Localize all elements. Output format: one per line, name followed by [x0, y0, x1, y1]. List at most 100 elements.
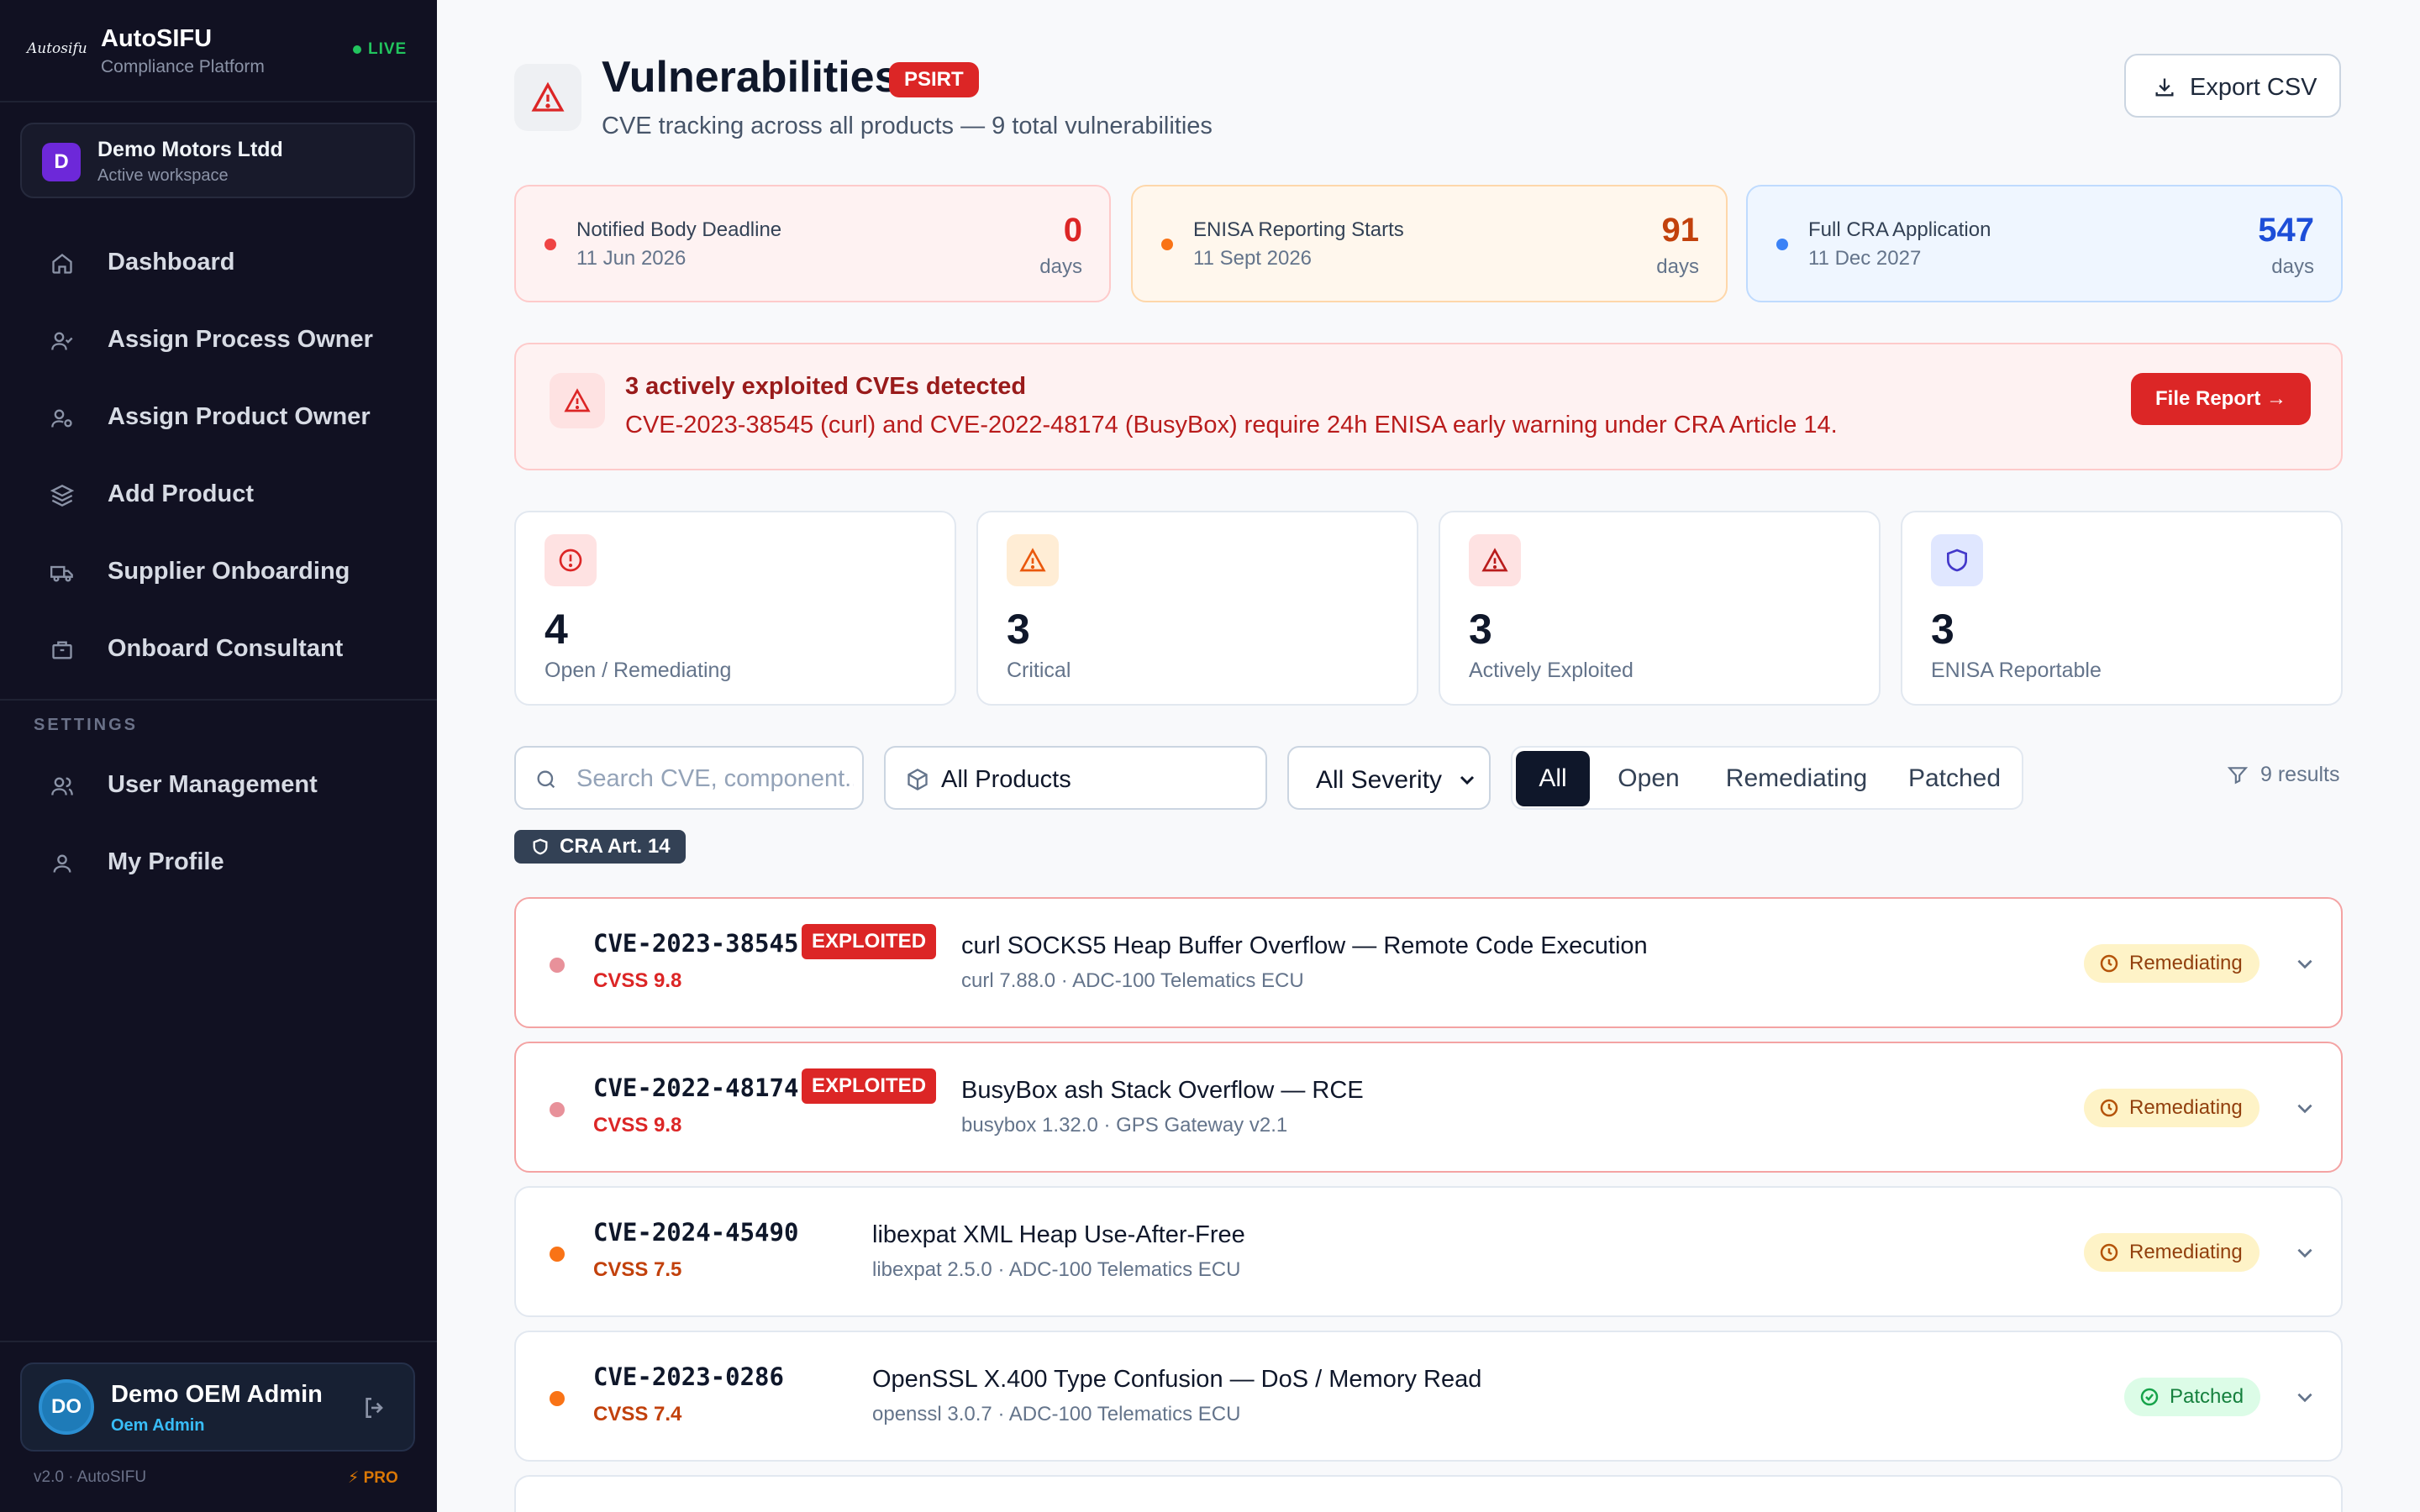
nav-label: Dashboard — [108, 249, 235, 276]
cve-row[interactable] — [514, 1475, 2343, 1512]
tab-patched[interactable]: Patched — [1889, 751, 2020, 806]
nav-my-profile[interactable]: My Profile — [34, 833, 403, 892]
deadline-days: 0 — [1063, 212, 1082, 249]
stat-enisa-reportable: 3 ENISA Reportable — [1901, 511, 2343, 706]
layers-icon — [50, 485, 74, 507]
user-name: Demo OEM Admin — [111, 1381, 323, 1408]
status-dot-icon — [1776, 239, 1788, 250]
tab-all[interactable]: All — [1516, 751, 1590, 806]
cve-title: libexpat XML Heap Use-After-Free — [872, 1221, 1245, 1248]
status-dot-icon — [544, 239, 556, 250]
results-count: 9 results — [2260, 763, 2340, 786]
workspace-subtitle: Active workspace — [97, 166, 229, 185]
logout-icon[interactable] — [361, 1394, 388, 1421]
tab-remediating[interactable]: Remediating — [1707, 751, 1886, 806]
cve-row[interactable]: CVE-2022-48174 EXPLOITED CVSS 9.8 BusyBo… — [514, 1042, 2343, 1173]
stat-label: Open / Remediating — [544, 659, 732, 682]
nav-label: User Management — [108, 771, 318, 798]
psirt-badge: PSIRT — [889, 62, 979, 97]
workspace-switcher[interactable]: D Demo Motors Ltdd Active workspace — [20, 123, 415, 198]
nav-user-management[interactable]: User Management — [34, 756, 403, 815]
warning-triangle-icon — [1469, 534, 1521, 586]
home-icon — [52, 254, 72, 274]
cve-title: BusyBox ash Stack Overflow — RCE — [961, 1077, 1364, 1104]
cra-art14-tag[interactable]: CRA Art. 14 — [514, 830, 686, 864]
exploited-badge: EXPLOITED — [802, 1068, 937, 1104]
chevron-down-icon[interactable] — [2294, 1097, 2316, 1119]
status-label: Remediating — [2129, 1241, 2243, 1263]
brand-header: Autosifu AutoSIFU Compliance Platform LI… — [0, 0, 437, 102]
page-title: Vulnerabilities — [602, 53, 899, 102]
deadline-unit: days — [2271, 255, 2314, 278]
cve-row[interactable]: CVE-2023-38545 EXPLOITED CVSS 9.8 curl S… — [514, 897, 2343, 1028]
nav-add-product[interactable]: Add Product — [34, 465, 403, 524]
page-warning-icon — [514, 64, 581, 131]
search-icon — [537, 770, 555, 789]
user-icon — [53, 854, 71, 873]
chevron-down-icon[interactable] — [2294, 1386, 2316, 1408]
brand-subtitle: Compliance Platform — [101, 57, 265, 76]
deadline-date: 11 Sept 2026 — [1193, 247, 1313, 270]
live-dot-icon — [353, 45, 361, 54]
deadline-title: Notified Body Deadline — [576, 218, 782, 241]
file-report-button[interactable]: File Report → — [2131, 373, 2311, 425]
cve-row[interactable]: CVE-2023-0286 CVSS 7.4 OpenSSL X.400 Typ… — [514, 1331, 2343, 1462]
pro-label: PRO — [363, 1469, 398, 1487]
export-csv-button[interactable]: Export CSV — [2124, 54, 2341, 118]
nav-label: Assign Process Owner — [108, 326, 373, 353]
status-dot-icon — [1161, 239, 1173, 250]
version-label: v2.0 · AutoSIFU — [34, 1468, 147, 1486]
tab-open[interactable]: Open — [1593, 751, 1704, 806]
filter-icon — [2227, 767, 2249, 785]
search-box[interactable] — [514, 746, 864, 810]
shield-icon — [533, 838, 548, 855]
search-input[interactable] — [576, 759, 854, 798]
nav-onboard-consultant[interactable]: Onboard Consultant — [34, 620, 403, 679]
cve-meta: openssl 3.0.7 · ADC-100 Telematics ECU — [872, 1403, 1241, 1425]
status-tabs: All Open Remediating Patched — [1511, 746, 2023, 810]
user-role: Oem Admin — [111, 1416, 205, 1435]
cvss-score: CVSS 9.8 — [593, 969, 682, 992]
nav-assign-product-owner[interactable]: Assign Product Owner — [34, 388, 403, 447]
cve-row[interactable]: CVE-2024-45490 CVSS 7.5 libexpat XML Hea… — [514, 1186, 2343, 1317]
deadline-unit: days — [1039, 255, 1082, 278]
cve-id: CVE-2023-38545 — [593, 929, 799, 958]
chevron-down-icon[interactable] — [2294, 953, 2316, 974]
alert-title: 3 actively exploited CVEs detected — [625, 373, 1027, 400]
settings-heading: SETTINGS — [34, 716, 139, 734]
stat-label: Critical — [1007, 659, 1071, 682]
download-icon — [2155, 78, 2174, 97]
sidebar-divider — [0, 699, 437, 701]
truck-icon — [50, 565, 73, 582]
products-filter-label: All Products — [941, 766, 1071, 793]
deadline-card-notified-body: Notified Body Deadline 11 Jun 2026 0 day… — [514, 185, 1111, 302]
workspace-name: Demo Motors Ltdd — [97, 138, 283, 161]
status-badge: Remediating — [2084, 1089, 2260, 1127]
cra-tag-label: CRA Art. 14 — [560, 835, 671, 858]
severity-dot-icon — [550, 1102, 565, 1117]
stat-label: Actively Exploited — [1469, 659, 1634, 682]
severity-select[interactable]: All Severity — [1287, 746, 1491, 810]
alert-text: CVE-2023-38545 (curl) and CVE-2022-48174… — [625, 412, 1838, 438]
users-icon — [51, 777, 73, 795]
status-label: Remediating — [2129, 952, 2243, 974]
deadline-date: 11 Jun 2026 — [576, 247, 687, 270]
stat-open-remediating: 4 Open / Remediating — [514, 511, 956, 706]
stat-label: ENISA Reportable — [1931, 659, 2102, 682]
severity-select-label: All Severity — [1316, 766, 1443, 794]
deadline-unit: days — [1656, 255, 1699, 278]
nav-supplier-onboarding[interactable]: Supplier Onboarding — [34, 543, 403, 601]
exploited-alert-banner: 3 actively exploited CVEs detected CVE-2… — [514, 343, 2343, 470]
brand-logo[interactable]: Autosifu — [27, 40, 87, 57]
nav-label: Supplier Onboarding — [108, 558, 350, 585]
products-filter[interactable]: All Products — [884, 746, 1267, 810]
cve-title: curl SOCKS5 Heap Buffer Overflow — Remot… — [961, 932, 1648, 959]
severity-dot-icon — [550, 958, 565, 973]
deadline-days: 91 — [1661, 212, 1700, 249]
nav-dashboard[interactable]: Dashboard — [34, 234, 403, 292]
user-card[interactable]: DO Demo OEM Admin Oem Admin — [20, 1362, 415, 1452]
nav-assign-process-owner[interactable]: Assign Process Owner — [34, 311, 403, 370]
user-check-icon — [51, 332, 73, 350]
chevron-down-icon[interactable] — [2294, 1242, 2316, 1263]
status-badge: Remediating — [2084, 944, 2260, 983]
